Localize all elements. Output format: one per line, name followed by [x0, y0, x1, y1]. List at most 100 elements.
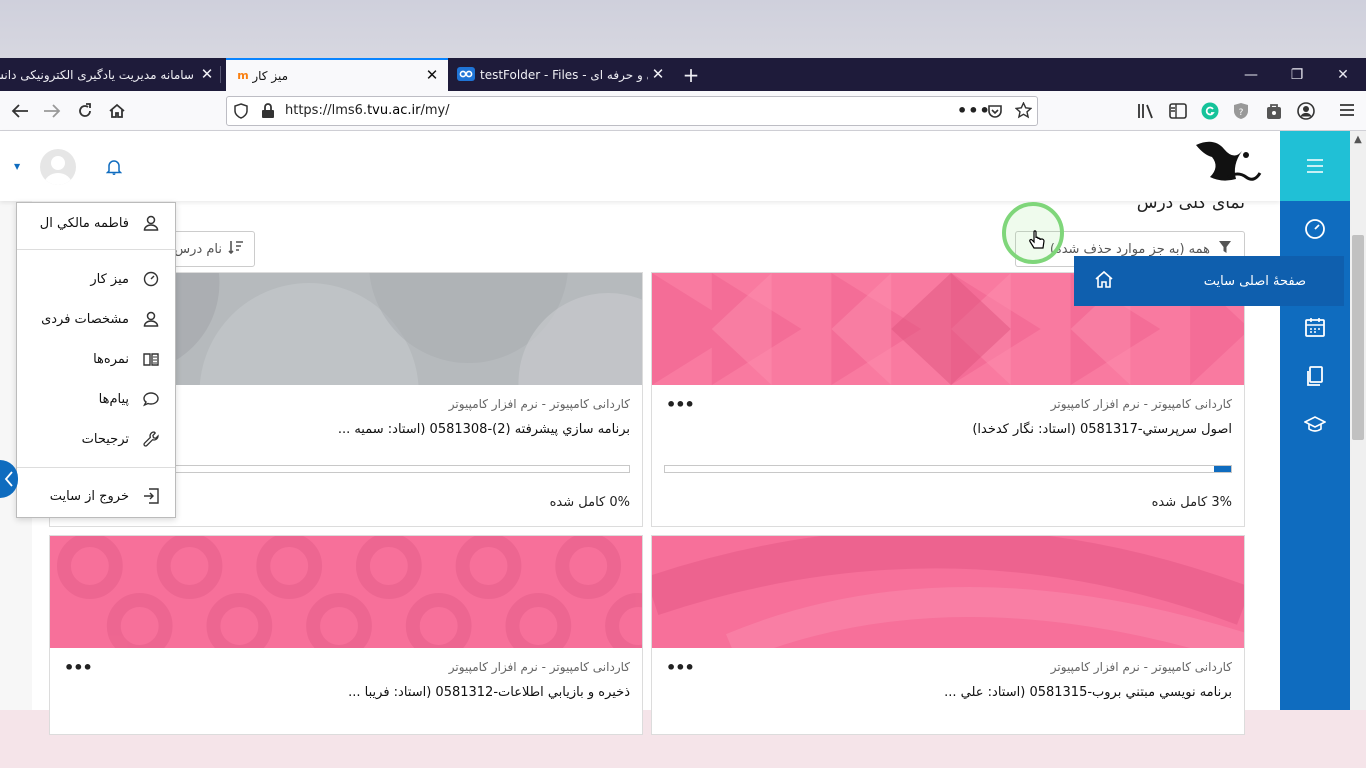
grammarly-icon[interactable] — [1201, 102, 1219, 124]
scrollbar-thumb[interactable] — [1352, 235, 1364, 440]
url-prefix: https://lms6. — [285, 103, 368, 118]
divider — [17, 467, 175, 468]
extension-bag-icon[interactable] — [1265, 102, 1283, 124]
course-card[interactable]: کاردانی کامپیوتر - نرم افزار کامپیوتر ذخ… — [49, 533, 671, 735]
hand-cursor-icon — [1028, 230, 1046, 256]
avatar[interactable] — [40, 149, 76, 185]
course-card[interactable]: کاردانی کامپیوتر - نرم افزار کامپیوتر بر… — [645, 528, 1251, 735]
address-bar[interactable]: https://lms6.tvu.ac.ir/my/ ••• — [226, 96, 1038, 126]
divider — [17, 249, 175, 250]
privacy-badger-icon[interactable]: ? — [1232, 102, 1250, 124]
caret-down-icon[interactable]: ▼ — [14, 162, 20, 171]
tab-separator — [220, 66, 221, 83]
forward-button[interactable] — [36, 91, 68, 131]
graduation-cap-icon[interactable] — [1300, 410, 1330, 440]
library-icon[interactable] — [1137, 103, 1155, 123]
hamburger-icon — [1307, 159, 1323, 173]
wrench-icon — [141, 429, 161, 449]
home-icon — [109, 103, 125, 118]
progress-label: 3% کامل شده — [1151, 495, 1232, 510]
bell-icon[interactable] — [105, 159, 123, 179]
files-nav-icon[interactable] — [1300, 361, 1330, 391]
browser-tab-bar: سامانه مدیریت یادگیری الکترونیکی دانشگاه… — [0, 58, 1366, 91]
reload-button[interactable] — [69, 91, 101, 131]
calendar-nav-icon[interactable] — [1300, 312, 1330, 342]
menu-item-label: نمره‌ها — [93, 351, 129, 367]
back-arrow-icon — [11, 104, 28, 118]
pocket-icon[interactable] — [987, 103, 1003, 123]
forward-arrow-icon — [44, 104, 61, 118]
bookmark-star-icon[interactable] — [1014, 101, 1033, 123]
course-image[interactable] — [50, 533, 671, 659]
chat-icon — [141, 389, 161, 409]
course-card[interactable]: کاردانی کامپیوتر - نرم افزار کامپیوتر اص… — [651, 272, 1250, 527]
course-actions-icon[interactable]: ••• — [666, 658, 695, 677]
user-menu-profile[interactable]: مشخصات فردی — [17, 305, 175, 333]
tab-title: testFolder - Files - دانشگاه فنی و حرفه … — [480, 67, 648, 82]
page-actions-icon[interactable]: ••• — [957, 101, 991, 120]
course-name[interactable]: اصول سرپرستي-0581317 (استاد: نگار كدخدا) — [972, 422, 1232, 437]
desktop-top-band — [0, 0, 1366, 58]
url-text[interactable]: https://lms6.tvu.ac.ir/my/ — [285, 103, 450, 118]
user-menu-messages[interactable]: پیام‌ها — [17, 385, 175, 413]
sidebar-toggle-icon[interactable] — [1169, 103, 1187, 123]
course-category: کاردانی کامپیوتر - نرم افزار کامپیوتر — [1050, 660, 1232, 674]
url-domain: tvu.ac.ir — [367, 103, 421, 118]
course-actions-icon[interactable]: ••• — [64, 658, 93, 677]
user-name: فاطمه مالکي ال — [39, 215, 129, 231]
home-button[interactable] — [101, 91, 133, 131]
course-image[interactable] — [645, 528, 1251, 663]
tab-dashboard[interactable]: m میز کار ✕ — [226, 58, 448, 91]
site-header: ▼ — [0, 131, 1280, 201]
nav-drawer-toggle[interactable] — [1280, 131, 1350, 201]
user-menu-grades[interactable]: نمره‌ها — [17, 345, 175, 373]
user-dropdown-menu: فاطمه مالکي ال میز کار مشخصات فردی نمره‌… — [16, 202, 176, 518]
scroll-up-arrow-icon[interactable]: ▲ — [1350, 131, 1366, 147]
minimize-button[interactable]: — — [1228, 58, 1274, 91]
menu-item-label: میز کار — [90, 271, 129, 287]
shield-icon[interactable] — [233, 103, 249, 123]
dashboard-nav-icon[interactable] — [1300, 214, 1330, 244]
user-menu-dashboard[interactable]: میز کار — [17, 265, 175, 293]
svg-text:?: ? — [1239, 108, 1244, 118]
course-category: کاردانی کامپیوتر - نرم افزار کامپیوتر — [448, 660, 630, 674]
close-icon[interactable]: ✕ — [422, 65, 442, 85]
course-name[interactable]: برنامه سازي پيشرفته (2)-0581308 (استاد: … — [338, 422, 630, 437]
course-category: کاردانی کامپیوتر - نرم افزار کامپیوتر — [1050, 397, 1232, 411]
user-menu-profile-name[interactable]: فاطمه مالکي ال — [17, 209, 175, 237]
account-icon[interactable] — [1297, 102, 1315, 124]
url-path: /my/ — [420, 103, 450, 118]
menu-item-label: مشخصات فردی — [41, 311, 129, 327]
restore-button[interactable]: ❐ — [1274, 58, 1320, 91]
user-icon — [141, 213, 161, 233]
browser-nav-bar: https://lms6.tvu.ac.ir/my/ ••• ? — [0, 91, 1366, 131]
reload-icon — [79, 103, 91, 117]
close-icon[interactable]: ✕ — [197, 64, 217, 84]
site-home-flyout[interactable]: صفحهٔ اصلی سایت — [1074, 256, 1344, 306]
user-menu-logout[interactable]: خروج از سایت — [17, 482, 175, 510]
tab-lms-home[interactable]: سامانه مدیریت یادگیری الکترونیکی دانشگاه… — [0, 58, 218, 91]
sort-icon — [228, 240, 244, 258]
progress-label: 0% کامل شده — [549, 495, 630, 510]
home-icon — [1094, 269, 1114, 293]
close-window-button[interactable]: ✕ — [1320, 58, 1366, 91]
back-button[interactable] — [4, 91, 36, 131]
hamburger-menu-icon[interactable] — [1339, 103, 1355, 121]
close-icon[interactable]: ✕ — [648, 64, 668, 84]
progress-fill — [1214, 466, 1231, 472]
course-name[interactable]: ذخيره و بازيابي اطلاعات-0581312 (استاد: … — [348, 685, 630, 700]
tab-title: میز کار — [252, 68, 288, 83]
chevron-left-icon — [4, 471, 13, 487]
tab-files[interactable]: testFolder - Files - دانشگاه فنی و حرفه … — [450, 58, 672, 91]
course-category: کاردانی کامپیوتر - نرم افزار کامپیوتر — [448, 397, 630, 411]
tab-title: سامانه مدیریت یادگیری الکترونیکی دانشگاه… — [0, 67, 194, 82]
grades-icon — [141, 349, 161, 369]
course-name[interactable]: برنامه نويسي مبتني بروب-0581315 (استاد: … — [944, 685, 1232, 700]
new-tab-button[interactable]: + — [676, 58, 706, 91]
plus-icon: + — [682, 62, 700, 87]
university-logo-icon[interactable] — [1188, 137, 1266, 201]
user-menu-preferences[interactable]: ترجیحات — [17, 425, 175, 453]
course-actions-icon[interactable]: ••• — [666, 395, 695, 414]
lock-icon[interactable] — [261, 103, 275, 123]
dashboard-icon — [141, 269, 161, 289]
